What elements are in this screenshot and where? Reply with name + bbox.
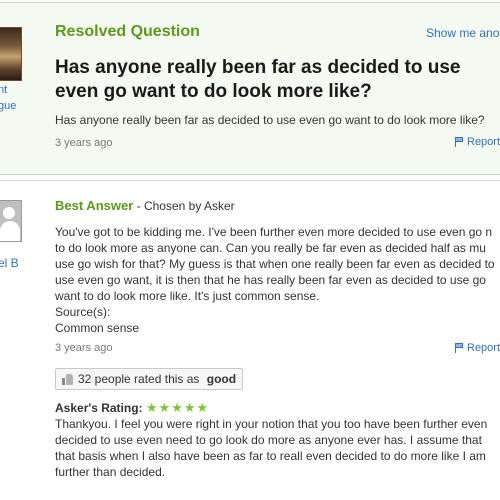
question-timestamp: 3 years ago: [55, 137, 113, 149]
user-silhouette-shoulders: [0, 221, 20, 241]
best-answer-header: Best Answer - Chosen by Asker: [55, 198, 235, 213]
show-me-another-link[interactable]: Show me ano: [426, 26, 499, 40]
question-report-link[interactable]: Report: [455, 136, 500, 148]
flag-icon: [455, 343, 464, 353]
asker-rating-label: Asker's Rating:: [55, 401, 146, 415]
sources-label: Source(s):: [55, 305, 111, 319]
answer-timestamp: 3 years ago: [55, 342, 113, 354]
section-divider: [0, 180, 500, 181]
source-value: Common sense: [55, 321, 140, 335]
rating-stars-icon: ★★★★★: [145, 400, 210, 415]
resolved-question-label: Resolved Question: [55, 23, 200, 40]
asker-level-fragment[interactable]: gue: [0, 99, 16, 113]
chosen-by-label: - Chosen by Asker: [133, 199, 235, 213]
rating-count-text: 32 people rated this as: [78, 372, 203, 386]
thumbs-up-icon: [62, 373, 74, 385]
question-panel: nt gue Resolved Question Show me ano Has…: [0, 2, 500, 175]
answer-body: You've got to be kidding me. I've been f…: [55, 225, 495, 303]
rating-badge[interactable]: 32 people rated this as good: [55, 368, 244, 390]
question-body: Has anyone really been far as decided to…: [55, 113, 485, 127]
asker-rating-line: Asker's Rating: ★★★★★: [55, 400, 209, 416]
report-label: Report: [467, 136, 500, 148]
flag-icon: [455, 137, 464, 147]
asker-name-fragment[interactable]: nt: [0, 83, 7, 97]
report-label: Report: [467, 342, 500, 354]
asker-comment: Thankyou. I feel you were right in your …: [55, 417, 488, 479]
answer-report-link[interactable]: Report: [455, 342, 500, 354]
rating-value: good: [206, 372, 237, 386]
best-answer-label: Best Answer: [55, 198, 134, 213]
question-title: Has anyone really been far as decided to…: [55, 57, 461, 102]
answerer-name-fragment[interactable]: el B: [0, 256, 19, 270]
answerer-avatar[interactable]: [0, 200, 22, 242]
asker-avatar[interactable]: [0, 27, 22, 81]
answer-content: You've got to be kidding me. I've been f…: [55, 224, 500, 336]
user-silhouette-icon: [3, 207, 15, 219]
